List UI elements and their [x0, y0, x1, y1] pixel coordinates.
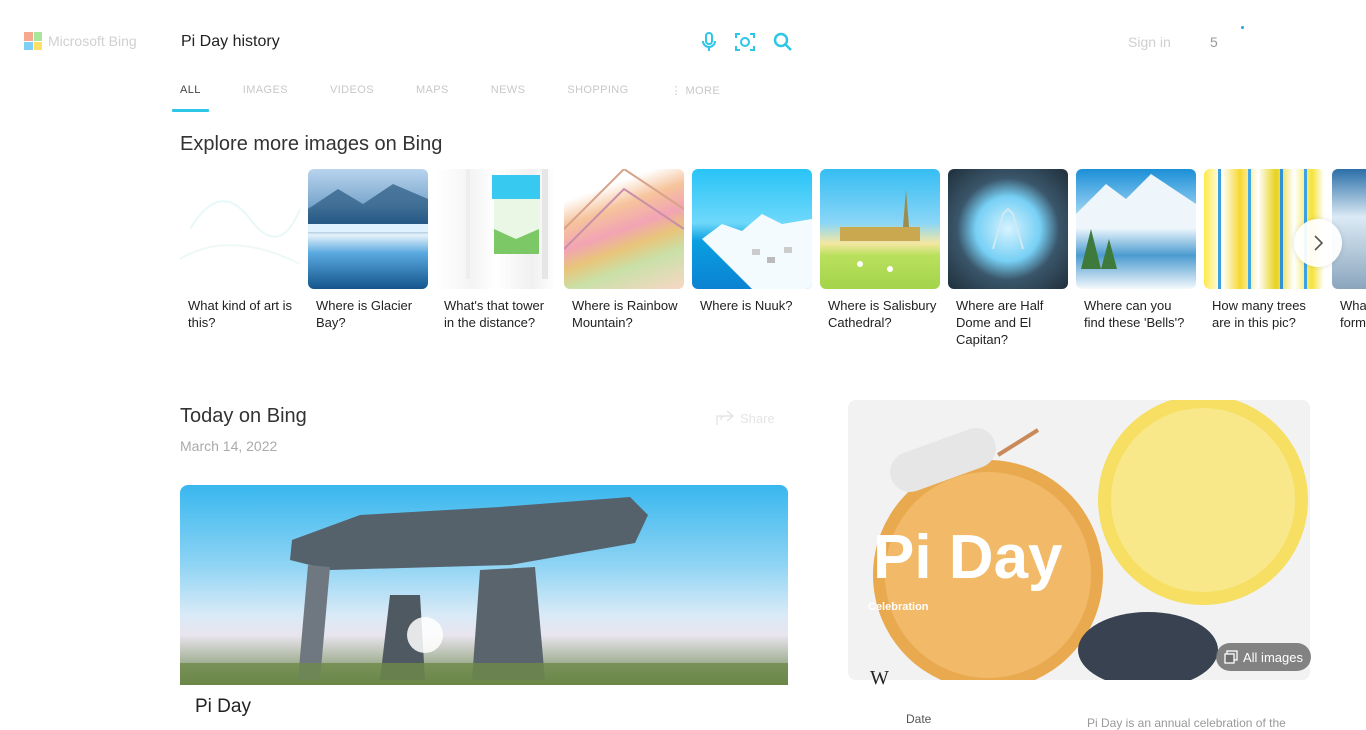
- carousel-card[interactable]: Where is Glacier Bay?: [308, 169, 428, 331]
- tab-videos[interactable]: VIDEOS: [322, 80, 382, 112]
- image-carousel: What kind of art is this? Where is Glaci…: [180, 169, 1366, 359]
- card-caption: What kind of art is this?: [188, 298, 293, 330]
- carousel-card[interactable]: Where is Nuuk?: [692, 169, 812, 314]
- card-caption: Where are Half Dome and El Capitan?: [956, 298, 1044, 347]
- today-hero-image[interactable]: [180, 485, 788, 685]
- card-thumbnail: [820, 169, 940, 289]
- card-caption: What's that tower in the distance?: [444, 298, 545, 330]
- microphone-icon[interactable]: [697, 30, 721, 54]
- today-title: Today on Bing: [180, 405, 307, 427]
- explore-title: Explore more images on Bing: [180, 133, 443, 155]
- card-thumbnail: [564, 169, 684, 289]
- card-thumbnail: [308, 169, 428, 289]
- carousel-card[interactable]: Where can you find these 'Bells'?: [1076, 169, 1196, 331]
- share-button[interactable]: Share: [716, 410, 775, 426]
- card-thumbnail: [1076, 169, 1196, 289]
- card-thumbnail: [692, 169, 812, 289]
- bing-logo[interactable]: Microsoft Bing: [24, 32, 137, 50]
- pie-illustration: Pi Day Celebration: [848, 400, 1310, 680]
- rewards-indicator: [1241, 26, 1244, 29]
- header: Microsoft Bing Sign in 5 ALL IMAGES VIDE…: [0, 0, 1366, 118]
- tab-news[interactable]: NEWS: [483, 80, 534, 112]
- today-date: March 14, 2022: [180, 438, 278, 454]
- card-caption: Where is Salisbury Cathedral?: [828, 298, 937, 330]
- hero-caption[interactable]: Pi Day: [195, 696, 251, 718]
- card-caption: What fantastic formation...: [1340, 298, 1366, 330]
- dolmen-illustration: [180, 497, 788, 685]
- all-images-button[interactable]: All images: [1216, 643, 1311, 671]
- all-images-label: All images: [1243, 649, 1303, 665]
- tab-more[interactable]: ⋮ MORE: [663, 80, 728, 112]
- card-caption: Where can you find these 'Bells'?: [1084, 298, 1185, 330]
- carousel-next-button[interactable]: [1294, 219, 1342, 267]
- tab-maps[interactable]: MAPS: [408, 80, 457, 112]
- pie-title: Pi Day: [873, 523, 1063, 592]
- carousel-card[interactable]: Where are Half Dome and El Capitan?: [948, 169, 1068, 348]
- share-label: Share: [740, 410, 775, 426]
- carousel-card[interactable]: What's that tower in the distance?: [436, 169, 556, 331]
- date-label: Date: [906, 712, 932, 726]
- visual-search-icon[interactable]: [733, 30, 757, 54]
- microsoft-logo-icon: [24, 32, 42, 50]
- pi-day-card[interactable]: Pi Day Celebration: [848, 400, 1310, 680]
- carousel-card[interactable]: What kind of art is this?: [180, 169, 300, 331]
- search-icon[interactable]: [771, 30, 795, 54]
- wikipedia-icon[interactable]: W: [870, 667, 889, 690]
- carousel-card[interactable]: Where is Salisbury Cathedral?: [820, 169, 940, 331]
- card-caption: Where is Glacier Bay?: [316, 298, 413, 330]
- images-icon: [1224, 650, 1238, 664]
- card-thumbnail: [948, 169, 1068, 289]
- share-icon: [716, 410, 734, 425]
- card-thumbnail: [180, 169, 300, 289]
- sign-in-link[interactable]: Sign in: [1128, 34, 1171, 50]
- logo-text: Microsoft Bing: [48, 33, 137, 49]
- carousel-card[interactable]: Where is Rainbow Mountain?: [564, 169, 684, 331]
- card-thumbnail: [436, 169, 556, 289]
- card-caption: Where is Nuuk?: [700, 298, 793, 313]
- chevron-right-icon: [1314, 235, 1324, 251]
- scope-tabs: ALL IMAGES VIDEOS MAPS NEWS SHOPPING ⋮ M…: [172, 80, 754, 112]
- pie-subtitle: Celebration: [868, 601, 929, 613]
- rewards-points[interactable]: 5: [1210, 34, 1218, 50]
- tab-all[interactable]: ALL: [172, 80, 209, 112]
- card-caption: Where is Rainbow Mountain?: [572, 298, 678, 330]
- tab-images[interactable]: IMAGES: [235, 80, 296, 112]
- tab-shopping[interactable]: SHOPPING: [559, 80, 636, 112]
- card-caption: How many trees are in this pic?: [1212, 298, 1306, 330]
